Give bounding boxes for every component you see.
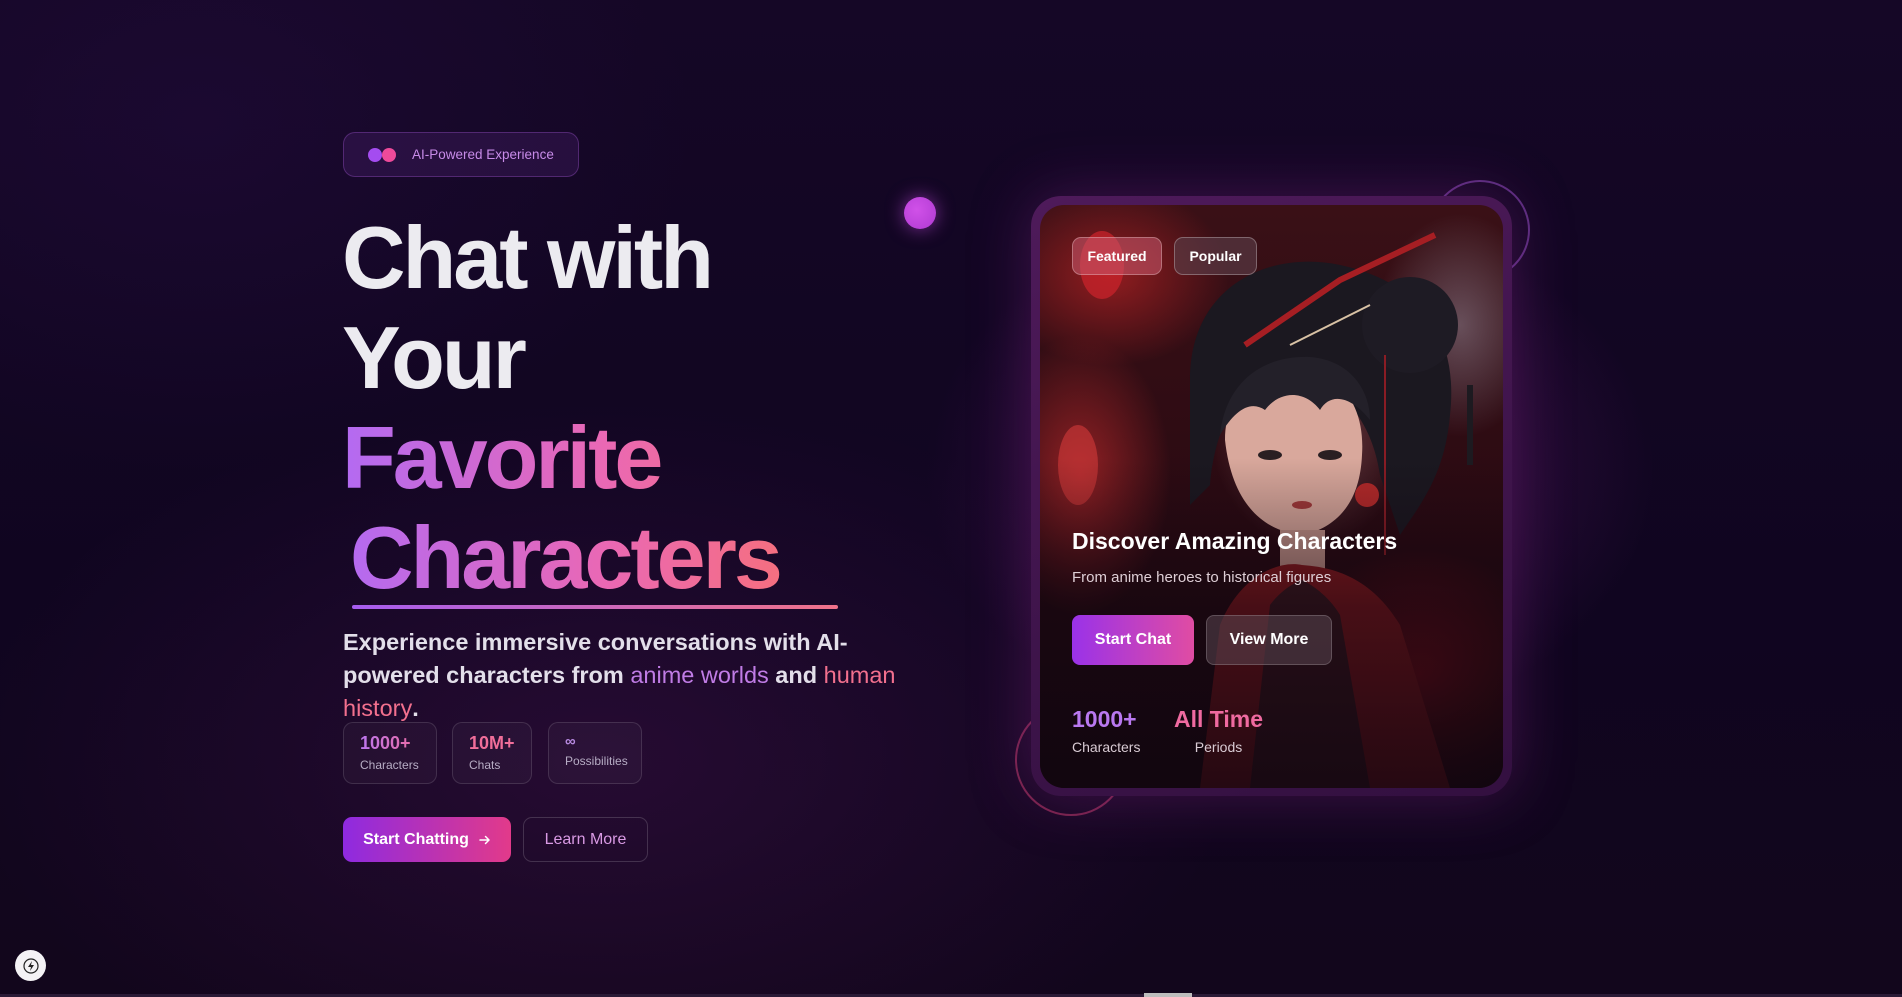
learn-more-label: Learn More [544, 830, 627, 848]
lightning-icon[interactable] [15, 950, 46, 981]
card-stat-value: All Time [1174, 706, 1264, 732]
stat-characters: 1000+ Characters [343, 722, 437, 784]
chip-popular[interactable]: Popular [1174, 237, 1257, 275]
chip-popular-label: Popular [1189, 248, 1242, 264]
card-title: Discover Amazing Characters [1072, 528, 1398, 554]
start-chat-label: Start Chat [1094, 631, 1172, 648]
arrow-right-icon [479, 835, 490, 844]
pink-dot [382, 147, 396, 162]
lightning-glyph [22, 957, 39, 974]
subtitle-highlight-anime: anime worlds [630, 662, 769, 688]
stat-value: ∞ [565, 733, 576, 750]
card-stat-label: Periods [1194, 739, 1243, 755]
page-background [0, 0, 1902, 997]
stat-label: Chats [469, 758, 501, 772]
hero-headline: Chat with Your Favorite Characters [342, 208, 783, 608]
card-stat-value: 1000+ [1072, 706, 1137, 732]
hero-subtitle: Experience immersive conversations with … [343, 626, 943, 725]
ai-powered-badge: AI-Powered Experience [343, 132, 579, 177]
purple-dot [368, 147, 382, 162]
headline-line-1: Chat with [342, 208, 714, 307]
card-subtitle: From anime heroes to historical figures [1072, 569, 1332, 586]
stat-chats: 10M+ Chats [452, 722, 532, 784]
stat-label: Possibilities [565, 754, 628, 768]
card-stat-periods: All Time Periods [1174, 706, 1263, 755]
badge-dots-icon [368, 147, 402, 163]
view-more-label: View More [1229, 631, 1309, 648]
start-chatting-label: Start Chatting [363, 830, 469, 848]
subtitle-text-2: and [768, 662, 824, 688]
stat-possibilities: ∞ Possibilities [548, 722, 642, 784]
headline-line-3: Favorite [342, 408, 780, 508]
chip-featured-label: Featured [1087, 248, 1147, 264]
subtitle-text-3: . [412, 695, 419, 721]
learn-more-button[interactable]: Learn More [523, 817, 648, 862]
stat-value: 10M+ [469, 733, 515, 753]
headline-line-4: Characters [342, 508, 783, 608]
card-stat-characters: 1000+ Characters [1072, 706, 1140, 755]
headline-underline [352, 605, 838, 609]
start-chatting-button[interactable]: Start Chatting [343, 817, 511, 862]
view-more-button[interactable]: View More [1206, 615, 1332, 665]
headline-line-2: Your [342, 308, 527, 407]
badge-text: AI-Powered Experience [412, 147, 554, 162]
card-stat-label: Characters [1072, 739, 1141, 755]
featured-character-card: Featured Popular Discover Amazing Charac… [1040, 205, 1503, 788]
stat-value: 1000+ [360, 733, 420, 754]
chip-featured[interactable]: Featured [1072, 237, 1162, 275]
decorative-orb [904, 197, 936, 229]
stat-label: Characters [360, 758, 419, 772]
start-chat-button[interactable]: Start Chat [1072, 615, 1194, 665]
scroll-indicator [1144, 993, 1192, 997]
